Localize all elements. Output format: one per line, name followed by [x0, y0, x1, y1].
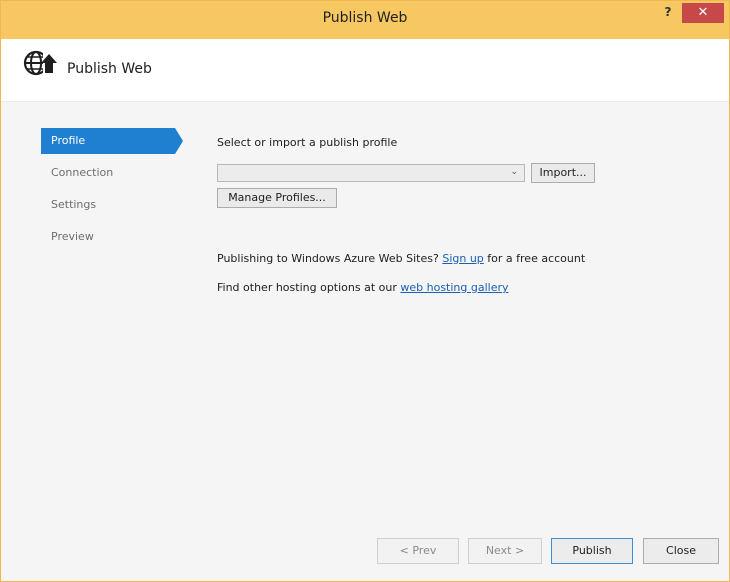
web-hosting-gallery-link[interactable]: web hosting gallery	[400, 281, 508, 294]
nav-item-connection[interactable]: Connection	[41, 160, 175, 186]
profile-dropdown[interactable]: ⌄	[217, 164, 525, 182]
dialog-content: Profile Connection Settings Preview Sele…	[1, 102, 729, 581]
publish-button[interactable]: Publish	[551, 538, 633, 564]
hosting-info-text: Find other hosting options at our web ho…	[217, 281, 509, 294]
manage-profiles-button[interactable]: Manage Profiles...	[217, 188, 337, 208]
azure-info-suffix: for a free account	[483, 252, 586, 265]
hosting-info-prefix: Find other hosting options at our	[217, 281, 401, 294]
prev-button[interactable]: < Prev	[377, 538, 459, 564]
close-button[interactable]: Close	[643, 538, 719, 564]
nav-item-preview[interactable]: Preview	[41, 224, 175, 250]
publish-web-dialog: Publish Web ? ✕ Publish Web Profile Conn…	[0, 0, 730, 582]
import-button[interactable]: Import...	[531, 163, 595, 183]
nav-item-settings[interactable]: Settings	[41, 192, 175, 218]
nav-item-profile[interactable]: Profile	[41, 128, 183, 154]
globe-arrow-icon	[23, 49, 57, 77]
window-title: Publish Web	[322, 10, 408, 26]
dialog-header: Publish Web	[1, 39, 729, 102]
azure-info-prefix: Publishing to Windows Azure Web Sites?	[217, 252, 443, 265]
section-label: Select or import a publish profile	[217, 136, 398, 149]
window-close-button[interactable]: ✕	[682, 3, 724, 23]
azure-info-text: Publishing to Windows Azure Web Sites? S…	[217, 252, 585, 265]
wizard-nav: Profile Connection Settings Preview	[41, 128, 183, 256]
chevron-down-icon: ⌄	[510, 167, 518, 177]
sign-up-link[interactable]: Sign up	[442, 252, 483, 265]
header-title: Publish Web	[67, 61, 152, 77]
next-button[interactable]: Next >	[468, 538, 542, 564]
help-button[interactable]: ?	[657, 5, 679, 23]
title-bar[interactable]: Publish Web ? ✕	[1, 1, 729, 39]
